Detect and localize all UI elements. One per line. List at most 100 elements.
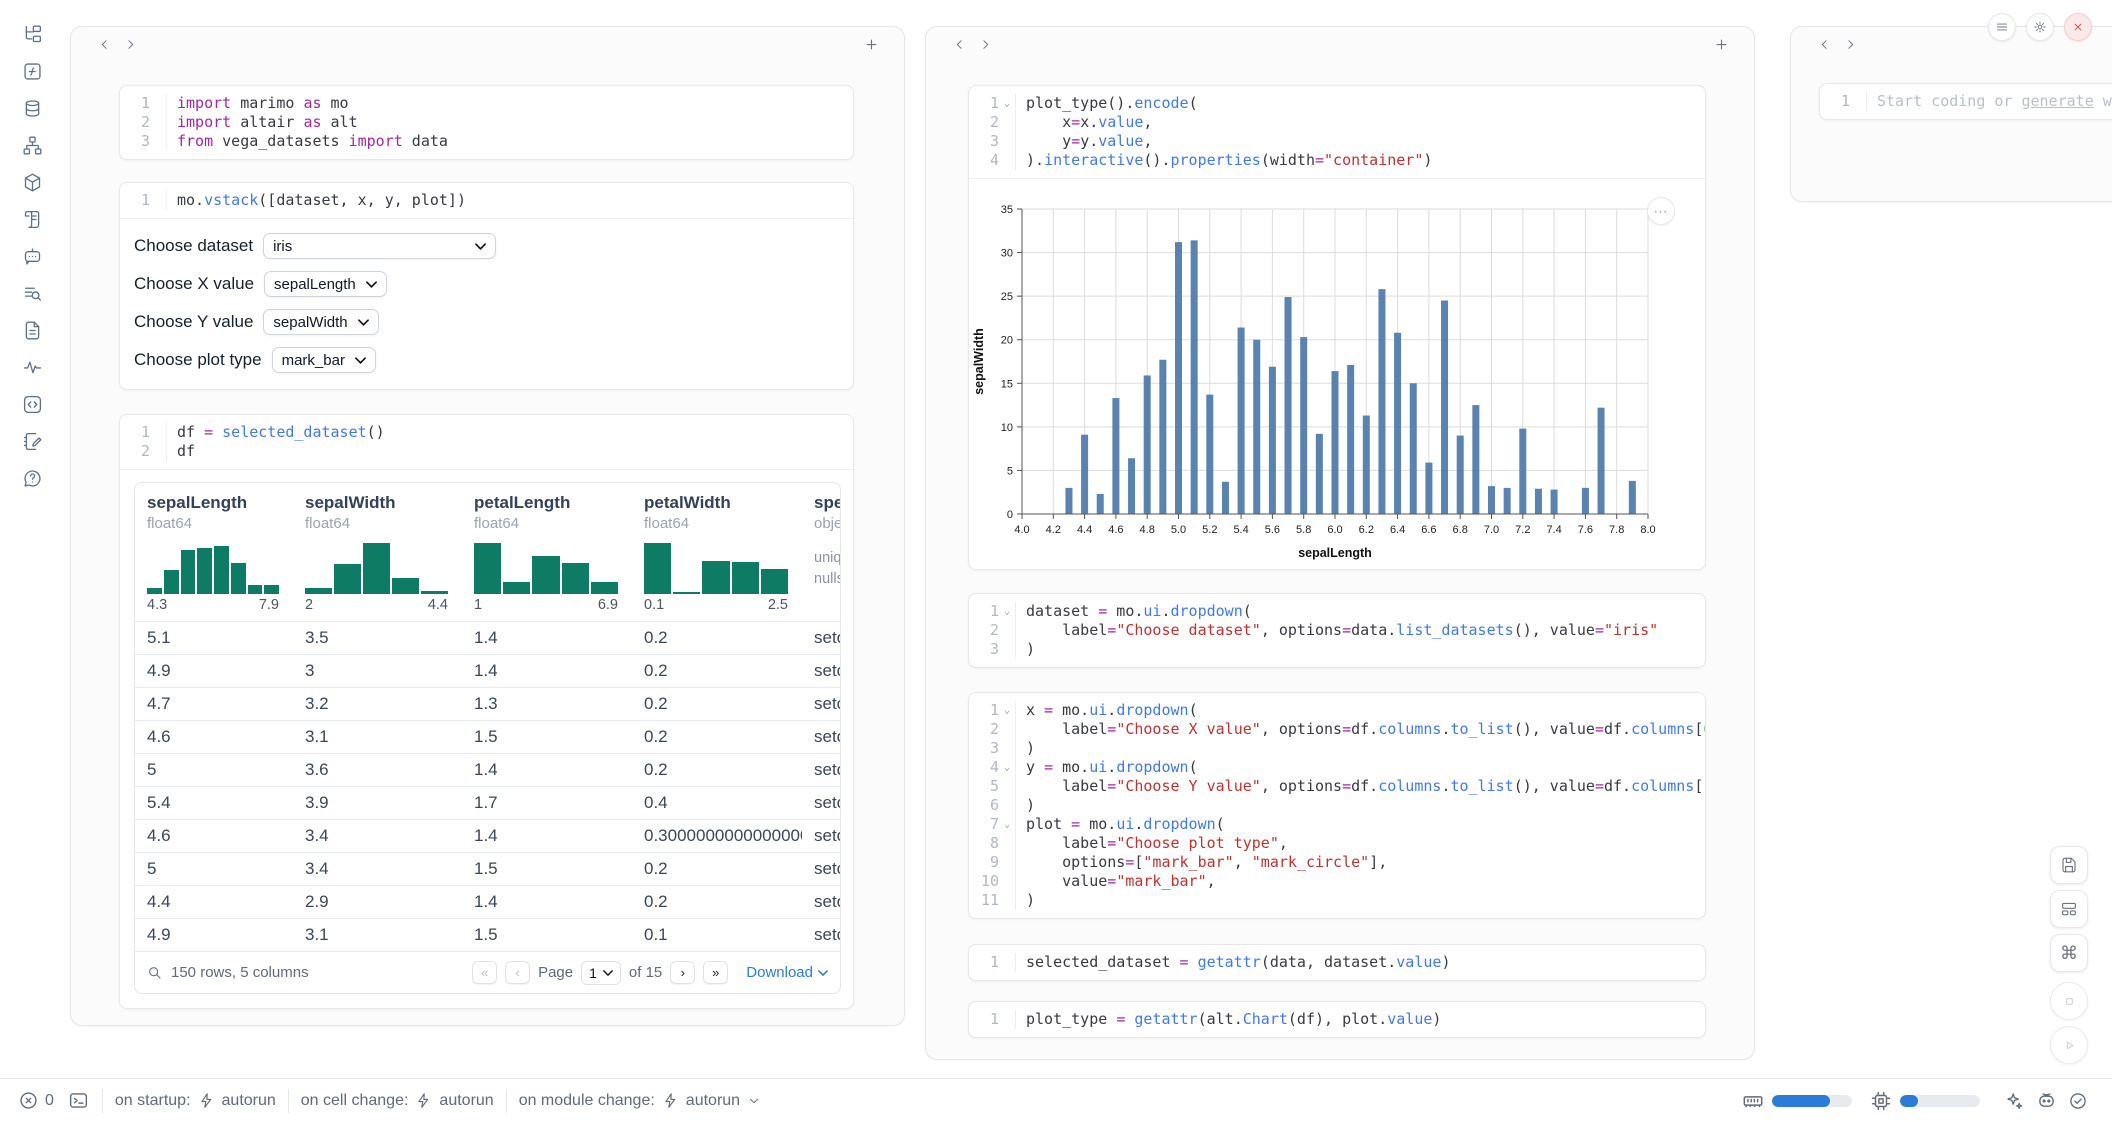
svg-text:5.2: 5.2 (1202, 524, 1217, 536)
fold-chevron-icon[interactable]: ⌄ (999, 758, 1015, 777)
on-startup-setting[interactable]: on startup: autorun (103, 1092, 288, 1110)
error-indicator[interactable]: 0 (18, 1090, 64, 1111)
table-column-header[interactable]: petalLengthfloat6416.9 (462, 483, 632, 621)
table-of-contents-icon[interactable] (0, 275, 64, 312)
svg-text:4.0: 4.0 (1014, 524, 1029, 536)
packages-icon[interactable] (0, 164, 64, 201)
code-editor[interactable]: 1df = selected_dataset()2df (120, 415, 853, 469)
cpu-usage (1870, 1090, 1980, 1112)
column-scroll-right-button[interactable] (1837, 31, 1863, 57)
logs-icon[interactable] (0, 201, 64, 238)
add-cell-button[interactable] (858, 31, 884, 57)
on-module-change-setting[interactable]: on module change: autorun (507, 1092, 773, 1110)
save-button[interactable] (2050, 846, 2088, 884)
table-column-header[interactable]: speciesobjectunique:nulls: (802, 483, 840, 621)
code-editor[interactable]: 1mo.vstack([dataset, x, y, plot]) (120, 183, 853, 218)
xy-plot-dropdowns-code-cell[interactable]: 1⌄x = mo.ui.dropdown(2 label="Choose X v… (968, 692, 1706, 919)
table-cell: 3.2 (293, 694, 462, 714)
column-scroll-right-button[interactable] (972, 31, 998, 57)
table-cell: 3.5 (293, 628, 462, 648)
table-cell: setosa (802, 793, 840, 813)
prev-page-button[interactable]: ‹ (505, 961, 530, 984)
table-column-header[interactable]: sepalLengthfloat644.37.9 (135, 483, 293, 621)
table-column-header[interactable]: petalWidthfloat640.12.5 (632, 483, 802, 621)
close-button[interactable] (2064, 13, 2092, 41)
chart-code-cell[interactable]: 1⌄plot_type().encode(2 x=x.value,3 y=y.v… (968, 85, 1706, 570)
column-scroll-right-button[interactable] (117, 31, 143, 57)
table-summary: 150 rows, 5 columns (171, 964, 309, 981)
last-page-button[interactable]: » (703, 961, 728, 984)
cpu-icon (1870, 1090, 1892, 1112)
ai-assistant-button[interactable] (2030, 1085, 2062, 1117)
dataframe-code-cell[interactable]: 1df = selected_dataset()2df sepalLengthf… (119, 414, 854, 1009)
bar-chart[interactable]: 4.04.24.44.64.85.05.25.45.65.86.06.26.46… (969, 183, 1706, 569)
vstack-code-cell[interactable]: 1mo.vstack([dataset, x, y, plot]) Choose… (119, 182, 854, 390)
empty-code-cell[interactable]: 1 Start coding or generate with AI (1819, 83, 2112, 120)
selected-dataset-code-cell[interactable]: 1selected_dataset = getattr(data, datase… (968, 944, 1706, 981)
svg-text:5.4: 5.4 (1233, 524, 1248, 536)
on-cell-change-setting[interactable]: on cell change: autorun (289, 1092, 506, 1110)
fold-chevron-icon[interactable]: ⌄ (999, 602, 1015, 621)
code-editor[interactable]: 1selected_dataset = getattr(data, datase… (969, 945, 1705, 980)
table-cell: setosa (802, 892, 840, 912)
scratchpad-icon[interactable] (0, 423, 64, 460)
fold-chevron-icon[interactable]: ⌄ (999, 701, 1015, 720)
file-explorer-icon[interactable] (0, 16, 64, 53)
settings-button[interactable] (2026, 13, 2054, 41)
table-cell: 0.1 (632, 925, 802, 945)
functions-icon[interactable] (0, 53, 64, 90)
activity-sidebar (0, 0, 68, 1078)
column-scroll-left-button[interactable] (1811, 31, 1837, 57)
plot-type-code-cell[interactable]: 1plot_type = getattr(alt.Chart(df), plot… (968, 1001, 1706, 1038)
terminal-button[interactable] (64, 1086, 94, 1116)
chart-actions-button[interactable]: ⋯ (1647, 197, 1675, 225)
table-cell: setosa (802, 727, 840, 747)
snippets-icon[interactable] (0, 386, 64, 423)
notebook-column-3: 1 Start coding or generate with AI (1790, 26, 2112, 202)
code-editor[interactable]: 1plot_type = getattr(alt.Chart(df), plot… (969, 1002, 1705, 1037)
svg-text:5: 5 (1007, 465, 1013, 477)
control-row: Choose datasetiris (134, 233, 853, 259)
code-editor[interactable]: 1⌄dataset = mo.ui.dropdown(2 label="Choo… (969, 594, 1705, 667)
first-page-button[interactable]: « (472, 961, 497, 984)
download-button[interactable]: Download (746, 964, 828, 981)
layout-button[interactable] (2050, 890, 2088, 928)
zap-icon (415, 1092, 432, 1109)
dropdown-select[interactable]: mark_bar (272, 347, 376, 373)
column-scroll-left-button[interactable] (946, 31, 972, 57)
ai-sparkles-button[interactable] (1998, 1085, 2030, 1117)
code-editor[interactable]: 1⌄plot_type().encode(2 x=x.value,3 y=y.v… (969, 86, 1705, 178)
fold-chevron-icon[interactable]: ⌄ (999, 815, 1015, 834)
code-editor[interactable]: 1 Start coding or generate with AI (1820, 84, 2112, 119)
code-editor[interactable]: 1import marimo as mo2import altair as al… (120, 86, 853, 159)
dropdown-select[interactable]: sepalLength (264, 271, 387, 297)
svg-text:sepalWidth: sepalWidth (972, 328, 986, 395)
menu-button[interactable] (1988, 13, 2016, 41)
column-meta: unique:nulls: (814, 548, 840, 590)
imports-code-cell[interactable]: 1import marimo as mo2import altair as al… (119, 85, 854, 160)
connection-status-button[interactable] (2062, 1085, 2094, 1117)
dropdown-select[interactable]: sepalWidth (263, 309, 378, 335)
documentation-icon[interactable] (0, 312, 64, 349)
svg-text:7.0: 7.0 (1484, 524, 1499, 536)
stop-button[interactable] (2050, 982, 2088, 1020)
add-cell-button[interactable] (1708, 31, 1734, 57)
run-button[interactable] (2050, 1026, 2088, 1064)
column-scroll-left-button[interactable] (91, 31, 117, 57)
dropdown-select[interactable]: iris (263, 233, 496, 259)
ai-chat-icon[interactable] (0, 238, 64, 275)
code-editor[interactable]: 1⌄x = mo.ui.dropdown(2 label="Choose X v… (969, 693, 1705, 918)
search-icon[interactable] (147, 965, 163, 981)
help-icon[interactable] (0, 460, 64, 497)
page-select[interactable]: 1 (581, 961, 621, 985)
table-cell: 1.5 (462, 859, 632, 879)
command-palette-button[interactable]: ⌘ (2050, 934, 2088, 972)
dependency-graph-icon[interactable] (0, 127, 64, 164)
dataset-dropdown-code-cell[interactable]: 1⌄dataset = mo.ui.dropdown(2 label="Choo… (968, 593, 1706, 668)
table-column-header[interactable]: sepalWidthfloat6424.4 (293, 483, 462, 621)
generate-link[interactable]: generate (2022, 92, 2094, 110)
next-page-button[interactable]: › (670, 961, 695, 984)
tracing-icon[interactable] (0, 349, 64, 386)
datasources-icon[interactable] (0, 90, 64, 127)
fold-chevron-icon[interactable]: ⌄ (999, 94, 1015, 113)
